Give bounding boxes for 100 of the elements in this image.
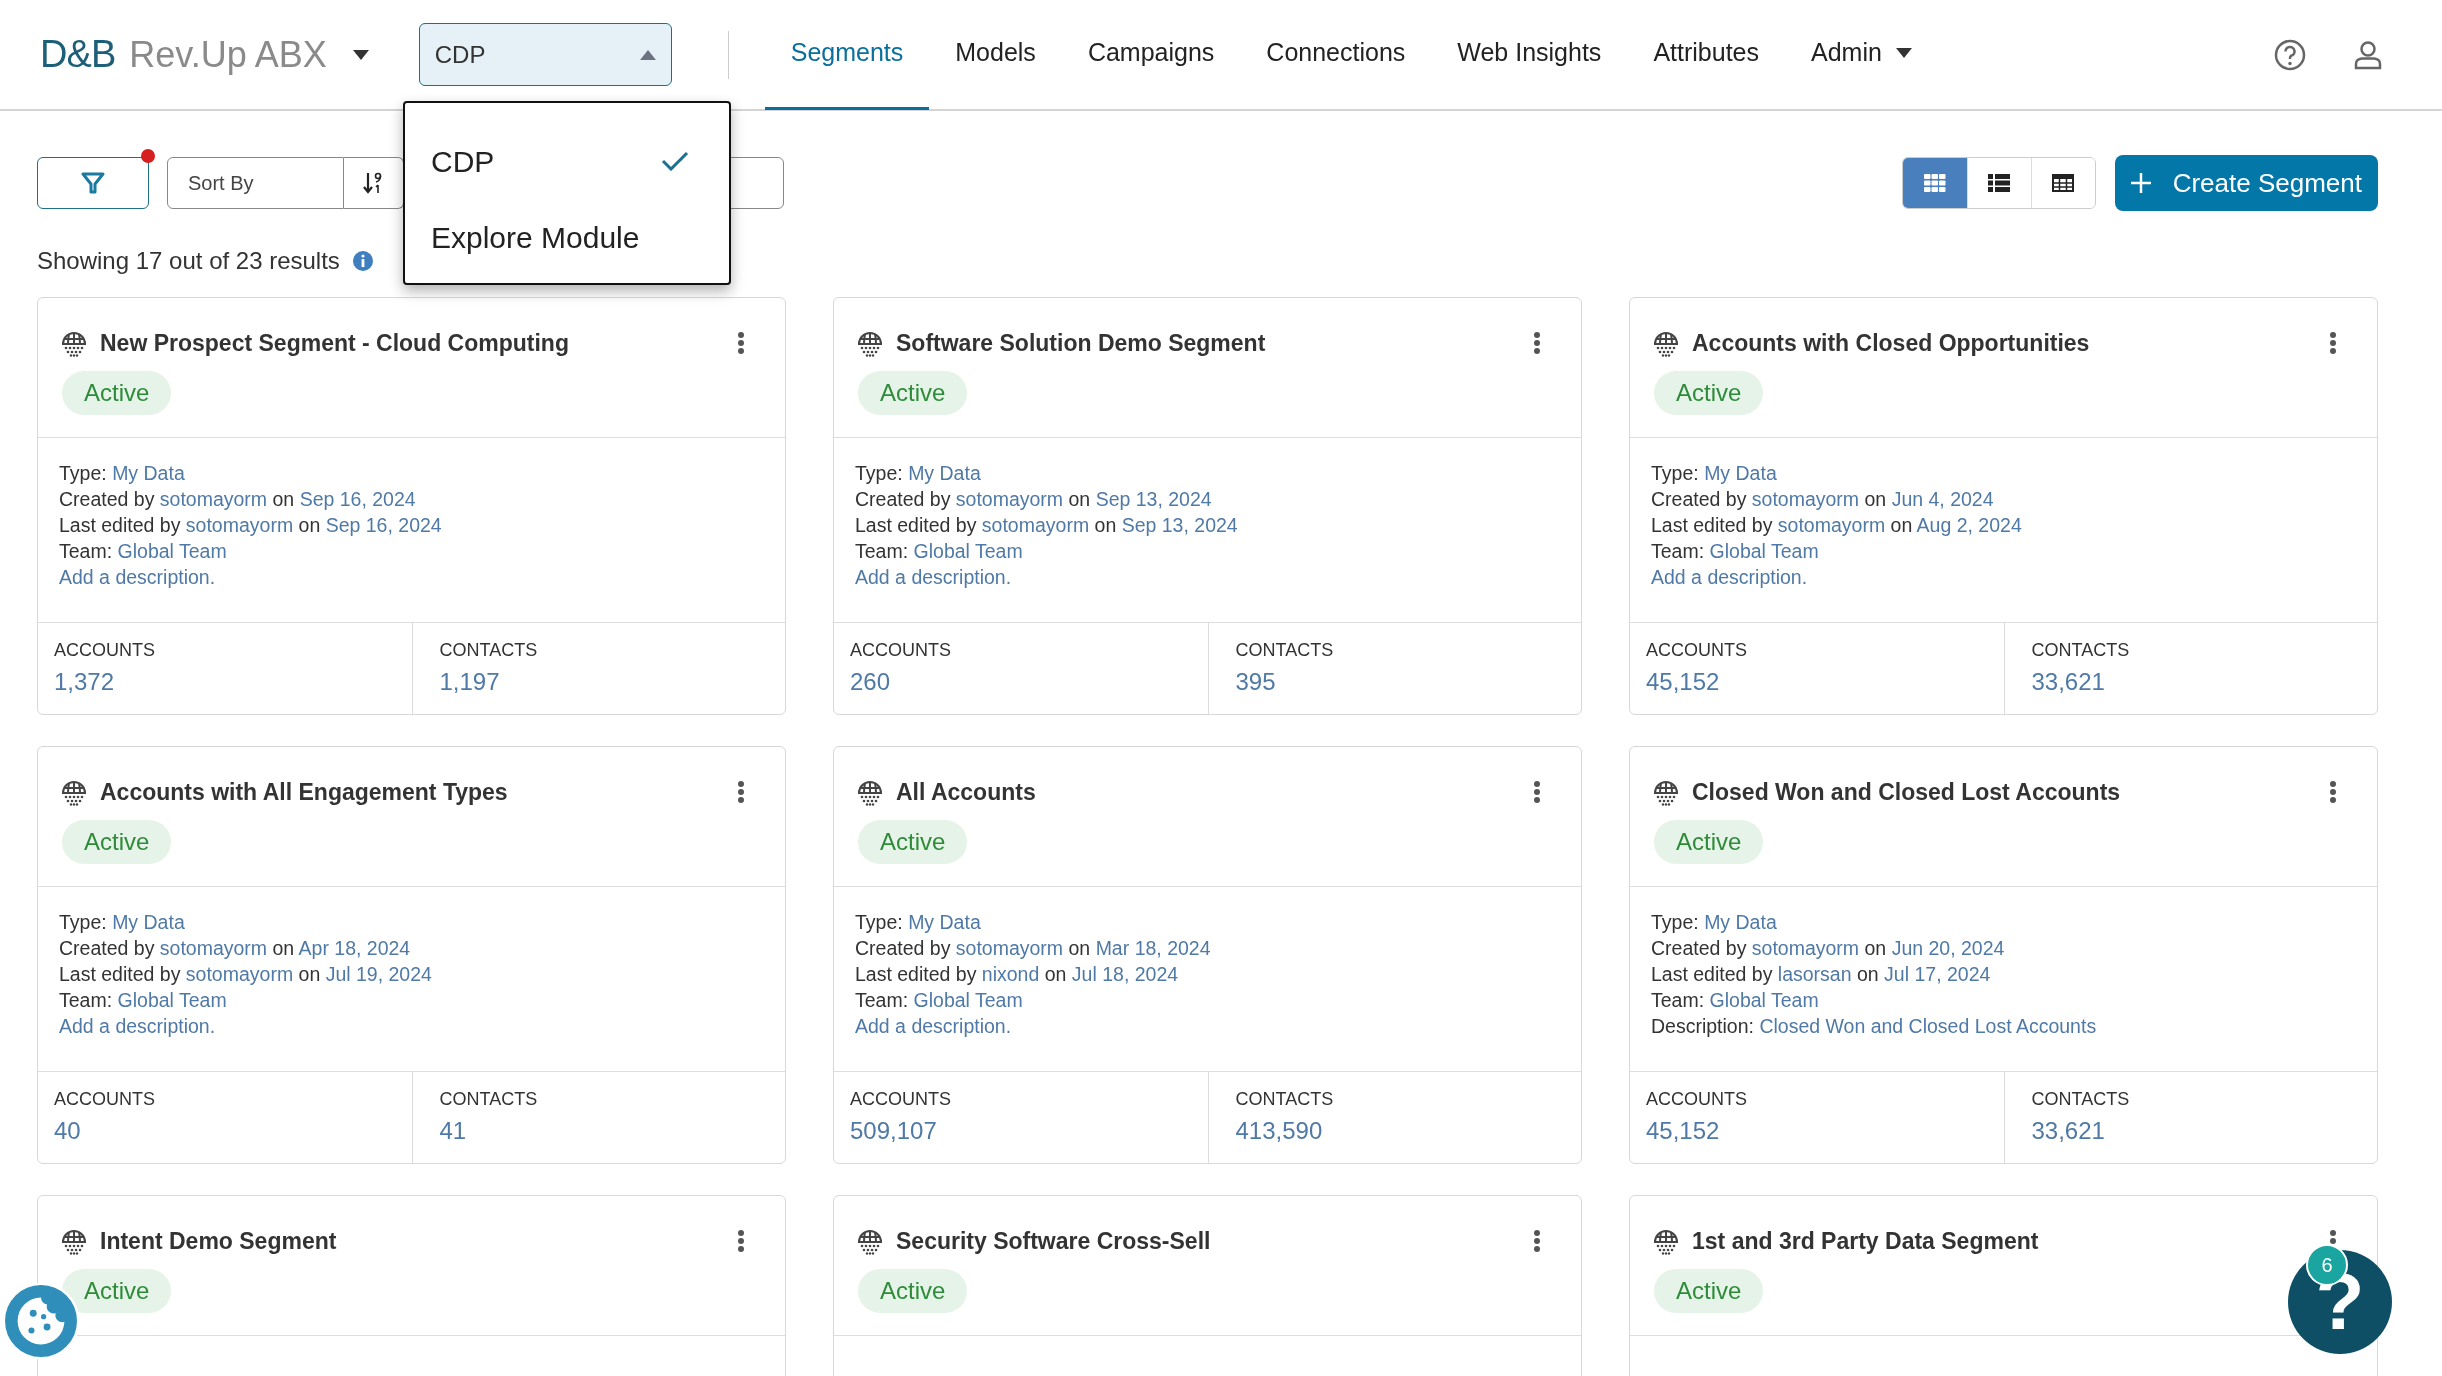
detail-link[interactable]: My Data [1704,462,1777,484]
detail-link[interactable]: Add a description. [59,1013,216,1039]
filter-icon [81,171,105,195]
more-icon[interactable] [1533,331,1541,356]
segment-title[interactable]: 1st and 3rd Party Data Segment [1692,1224,2039,1259]
nav-tab[interactable]: Web Insights [1431,0,1628,110]
segment-card[interactable]: All Accounts Active Type: My Data Created by sotomayorm on Mar 18, 2024 Last edited by nixond on Jul 18, 2024 Team: Global Team Add a description. ACCOUNTS 509,107 CONTACTS 413,590 [833,746,1582,1164]
detail-link[interactable]: sotomayorm [955,937,1064,959]
view-toggle[interactable] [1902,158,1967,208]
detail-link[interactable]: Global Team [1709,540,1819,562]
user-icon[interactable] [2354,39,2382,70]
detail-link[interactable]: My Data [112,462,185,484]
detail-link[interactable]: sotomayorm [1751,488,1860,510]
detail-link[interactable]: My Data [112,911,185,933]
grid-view-icon [1923,174,1946,192]
detail-link[interactable]: Jul 19, 2024 [325,963,432,985]
nav-tab[interactable]: Models [929,0,1062,110]
segment-title[interactable]: New Prospect Segment - Cloud Computing [100,326,569,361]
stat-value: 413,590 [1235,1116,1324,1146]
detail-link[interactable]: Mar 18, 2024 [1095,937,1211,959]
stat-label: CONTACTS [439,639,539,662]
detail-link[interactable]: sotomayorm [981,514,1090,536]
view-toggle[interactable] [2030,158,2095,208]
detail-link[interactable]: Apr 18, 2024 [298,937,411,959]
globe-icon [856,778,884,807]
sort-field[interactable]: Sort By [167,157,344,209]
segment-title[interactable]: Closed Won and Closed Lost Accounts [1692,775,2121,810]
segment-title[interactable]: All Accounts [896,775,1036,810]
more-icon[interactable] [2329,780,2337,805]
detail-link[interactable]: Add a description. [59,564,216,590]
detail-link[interactable]: Sep 13, 2024 [1121,514,1238,536]
segment-card[interactable]: Security Software Cross-Sell Active [833,1195,1582,1376]
detail-link[interactable]: Jun 20, 2024 [1891,937,2005,959]
detail-link[interactable]: nixond [981,963,1040,985]
more-icon[interactable] [2329,331,2337,356]
segment-title[interactable]: Security Software Cross-Sell [896,1224,1211,1259]
detail-link[interactable]: sotomayorm [159,937,268,959]
more-icon[interactable] [1533,1229,1541,1254]
detail-line: Type: My Data [1651,461,1777,486]
detail-link[interactable]: My Data [908,911,981,933]
detail-link[interactable]: Add a description. [855,564,1012,590]
segment-card[interactable]: Accounts with All Engagement Types Active Type: My Data Created by sotomayorm on Apr 18, 2024 Last edited by sotomayorm on Jul 19, 2024 Team: Global Team Add a description. ACCOUNTS 40 CONTACTS 41 [37,746,786,1164]
segment-title[interactable]: Intent Demo Segment [100,1224,337,1259]
detail-link[interactable]: Jun 4, 2024 [1891,488,1994,510]
detail-link[interactable]: Sep 16, 2024 [325,514,442,536]
detail-link[interactable]: Jul 18, 2024 [1071,963,1179,985]
detail-link[interactable]: sotomayorm [159,488,268,510]
detail-link[interactable]: My Data [1704,911,1777,933]
more-icon[interactable] [737,331,745,356]
detail-link[interactable]: My Data [908,462,981,484]
globe-icon [60,778,88,807]
segment-card[interactable] [1629,297,2378,715]
detail-link[interactable]: Sep 16, 2024 [299,488,416,510]
segment-card[interactable]: Intent Demo Segment Active [37,1195,786,1376]
nav-tab[interactable]: Segments [764,0,930,110]
info-icon[interactable] [351,250,374,272]
filter-button[interactable] [37,157,149,209]
more-icon[interactable] [737,1229,745,1254]
nav-tab[interactable]: Admin [1785,0,1938,110]
detail-link[interactable]: Closed Won and Closed Lost Accounts [1759,1015,2097,1037]
more-icon[interactable] [737,780,745,805]
segment-card[interactable] [37,297,786,715]
detail-link[interactable]: Sep 13, 2024 [1095,488,1212,510]
detail-link[interactable]: Global Team [1709,989,1819,1011]
module-select[interactable]: CDP [418,23,672,86]
detail-link[interactable]: Aug 2, 2024 [1916,514,2022,536]
detail-link[interactable]: Add a description. [1651,564,1808,590]
cookie-icon[interactable] [2,1282,80,1360]
detail-link[interactable]: Global Team [117,540,227,562]
caret-icon [352,49,369,60]
detail-link[interactable]: Global Team [913,989,1023,1011]
detail-line: Last edited by nixond on Jul 18, 2024 [855,962,1179,987]
detail-link[interactable]: Add a description. [855,1013,1012,1039]
segment-title[interactable]: Software Solution Demo Segment [896,326,1266,361]
stat-label: CONTACTS [439,1088,539,1111]
nav-tab[interactable]: Attributes [1627,0,1785,110]
segment-card[interactable]: Software Solution Demo Segment Active Type: My Data Created by sotomayorm on Sep 13, 2024 Last edited by sotomayorm on Sep 13, 2024 Team: Global Team Add a description. ACCOUNTS 260 CONTACTS 395 [833,297,1582,715]
detail-link[interactable]: sotomayorm [185,514,294,536]
nav-tab[interactable]: Connections [1240,0,1432,110]
detail-link[interactable]: Global Team [117,989,227,1011]
segment-title[interactable]: Accounts with All Engagement Types [100,775,508,810]
module-option[interactable]: CDP [405,123,729,199]
detail-link[interactable]: Global Team [913,540,1023,562]
product-name: Rev.Up ABX [129,32,327,77]
segment-card[interactable] [1629,746,2378,1164]
help-icon[interactable] [2274,38,2306,71]
detail-link[interactable]: sotomayorm [1751,937,1860,959]
detail-link[interactable]: lasorsan [1777,963,1852,985]
detail-link[interactable]: sotomayorm [185,963,294,985]
module-option[interactable]: Explore Module [405,199,729,275]
nav-tab[interactable]: Campaigns [1061,0,1241,110]
more-icon[interactable] [1533,780,1541,805]
detail-link[interactable]: sotomayorm [955,488,1064,510]
detail-line: Type: My Data [59,461,185,486]
detail-link[interactable]: sotomayorm [1777,514,1886,536]
status-badge: Active [1654,819,1764,864]
create-segment-button[interactable]: Create Segment [2114,155,2378,211]
detail-link[interactable]: Jul 17, 2024 [1884,963,1991,985]
segment-title[interactable]: Accounts with Closed Opportunities [1692,326,2090,361]
globe-icon [60,329,88,358]
